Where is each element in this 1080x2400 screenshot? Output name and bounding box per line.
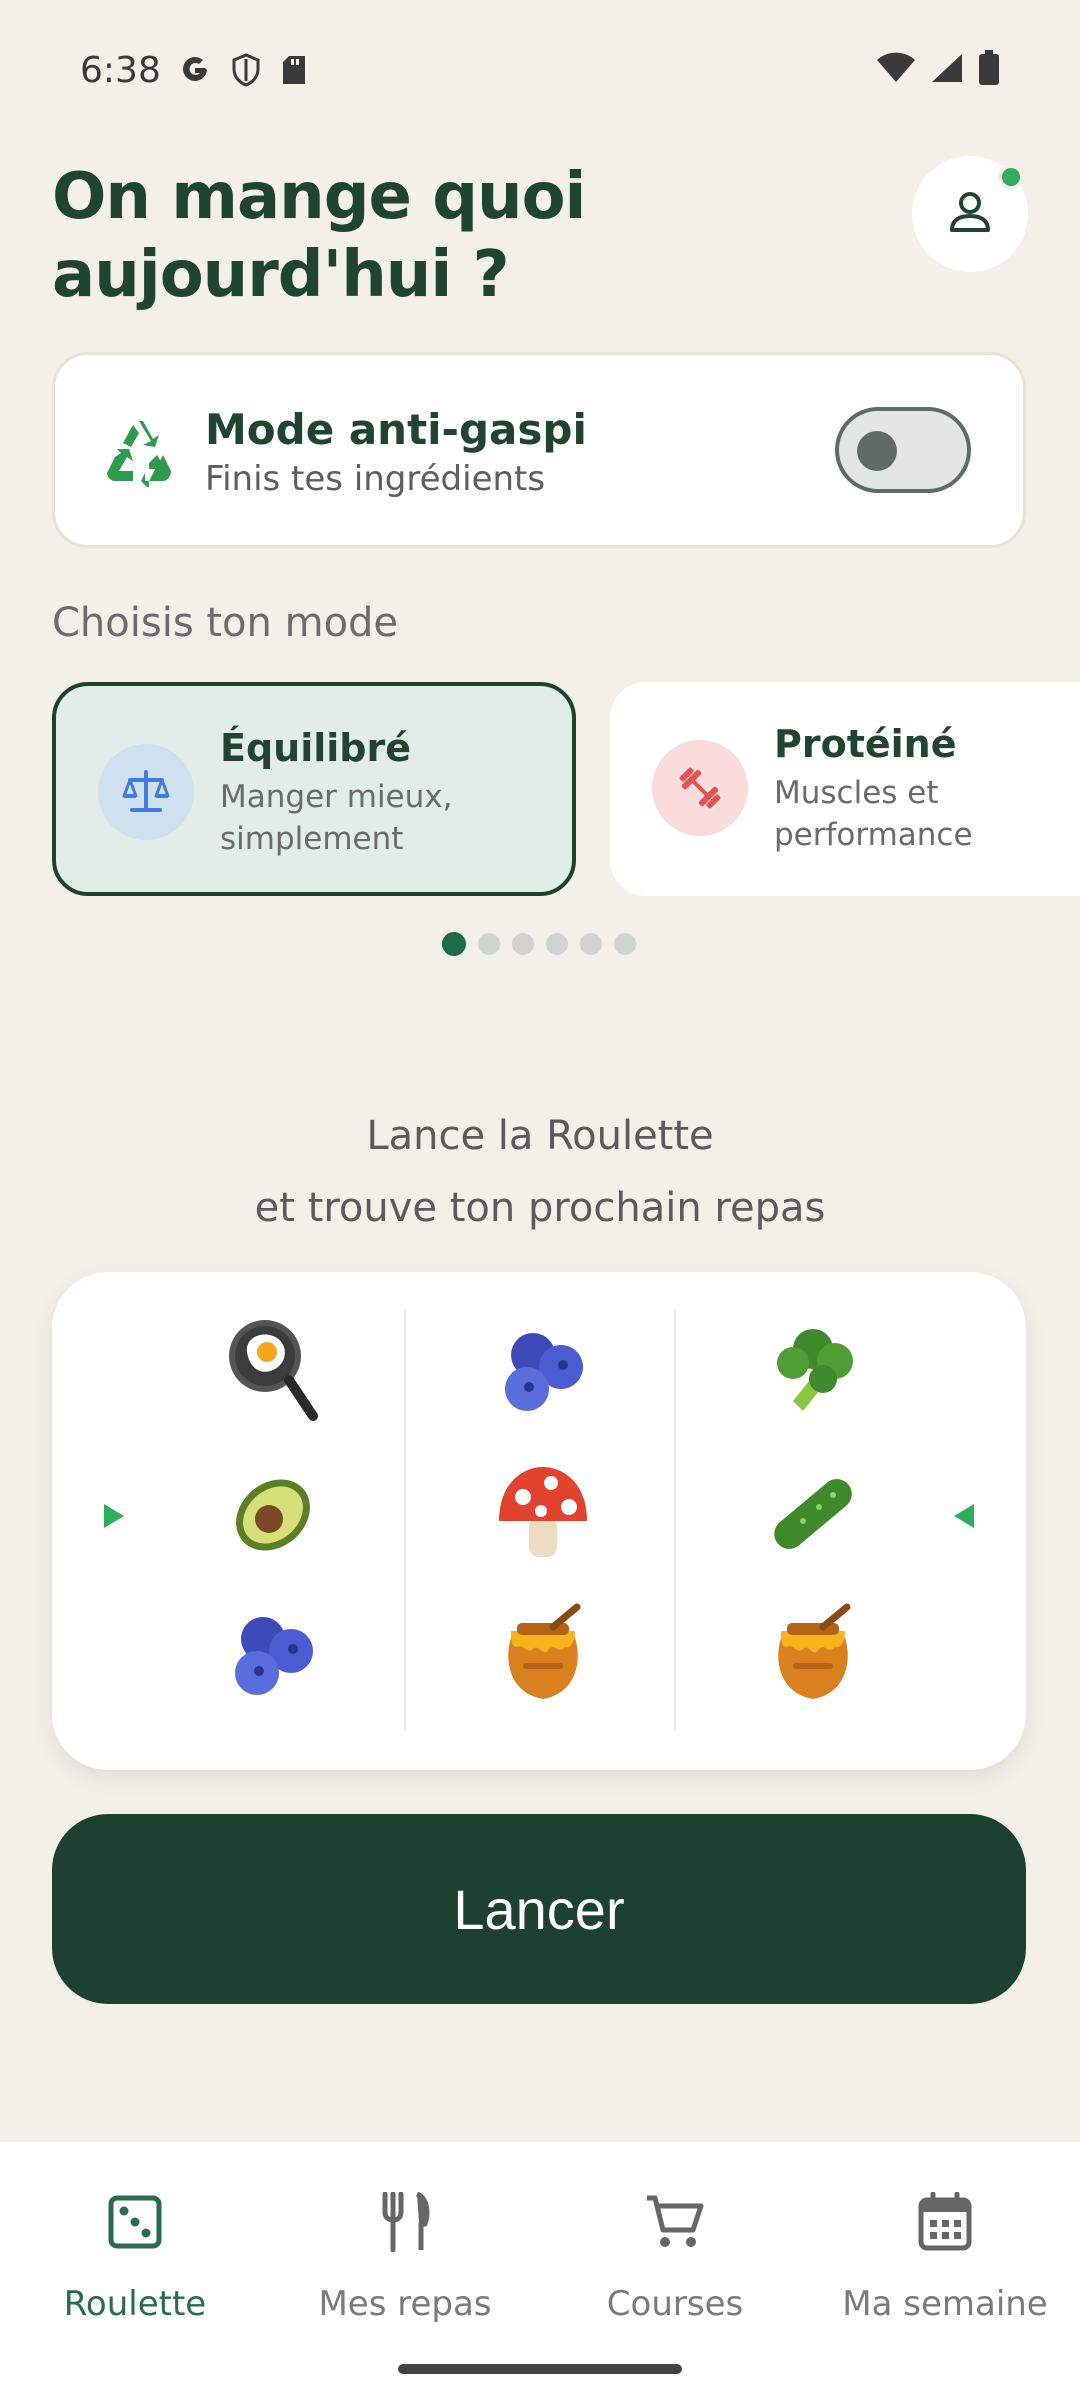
mode-description: Manger mieux, simplement xyxy=(220,779,453,857)
pager-dot[interactable] xyxy=(442,932,466,956)
nav-item-roulette[interactable]: Roulette xyxy=(0,2182,270,2324)
mushroom-icon xyxy=(488,1458,598,1568)
blueberries-icon xyxy=(218,1600,328,1710)
prompt-line-1: Lance la Roulette xyxy=(366,1113,714,1159)
prompt-line-2: et trouve ton prochain repas xyxy=(254,1185,826,1231)
pager-dot[interactable] xyxy=(512,933,534,955)
roulette-slot-machine xyxy=(52,1272,1026,1770)
nav-item-ma-semaine[interactable]: Ma semaine xyxy=(810,2182,1080,2324)
nav-label: Courses xyxy=(606,2284,744,2324)
mode-description: Muscles et performance xyxy=(774,775,973,853)
pager-dot[interactable] xyxy=(580,933,602,955)
battery-icon xyxy=(978,50,1000,90)
play-arrow-left-icon xyxy=(102,1502,126,1534)
cucumber-icon xyxy=(758,1458,868,1568)
mode-section-label: Choisis ton mode xyxy=(52,600,399,646)
nav-item-courses[interactable]: Courses xyxy=(540,2182,810,2324)
dice-icon xyxy=(0,2182,270,2262)
mode-title: Protéiné xyxy=(774,722,957,766)
honey-pot-icon xyxy=(488,1600,598,1710)
wifi-icon xyxy=(876,52,916,88)
mode-card-proteine[interactable]: Protéiné Muscles et performance xyxy=(610,682,1080,896)
shield-icon xyxy=(231,53,261,87)
avocado-icon xyxy=(218,1458,328,1568)
toggle-knob xyxy=(857,431,897,471)
nav-label: Mes repas xyxy=(318,2284,492,2324)
mode-title: Équilibré xyxy=(220,726,412,770)
google-icon xyxy=(179,54,211,86)
anti-gaspi-toggle[interactable] xyxy=(835,407,971,493)
play-arrow-right-icon xyxy=(952,1502,976,1534)
fork-knife-icon xyxy=(270,2182,540,2262)
nav-item-mes-repas[interactable]: Mes repas xyxy=(270,2182,540,2324)
launch-button[interactable]: Lancer xyxy=(52,1814,1026,2004)
pager-dot[interactable] xyxy=(546,933,568,955)
nav-label: Ma semaine xyxy=(842,2284,1048,2324)
balance-scale-icon xyxy=(98,744,194,840)
pager-dot[interactable] xyxy=(478,933,500,955)
anti-gaspi-title: Mode anti-gaspi xyxy=(205,405,587,454)
sd-card-icon xyxy=(281,55,307,85)
recycle-icon xyxy=(103,415,175,489)
cart-icon xyxy=(540,2182,810,2262)
fried-egg-icon xyxy=(218,1316,328,1426)
anti-gaspi-subtitle: Finis tes ingrédients xyxy=(205,459,546,499)
nav-label: Roulette xyxy=(63,2284,207,2324)
mode-pager-dots xyxy=(442,932,636,956)
signal-icon xyxy=(930,52,964,88)
gesture-bar[interactable] xyxy=(398,2364,682,2374)
honey-pot-icon xyxy=(758,1600,868,1710)
calendar-icon xyxy=(810,2182,1080,2262)
page-title: On mange quoi aujourd'hui ? xyxy=(52,160,586,312)
blueberries-icon xyxy=(488,1316,598,1426)
reel-divider xyxy=(674,1310,676,1730)
anti-gaspi-card: Mode anti-gaspi Finis tes ingrédients xyxy=(52,352,1026,548)
reel-divider xyxy=(404,1310,406,1730)
mode-card-equilibre[interactable]: Équilibré Manger mieux, simplement xyxy=(52,682,576,896)
status-bar: 6:38 xyxy=(0,0,1080,140)
pager-dot[interactable] xyxy=(614,933,636,955)
user-icon xyxy=(944,186,996,242)
notification-dot xyxy=(998,164,1024,190)
broccoli-icon xyxy=(758,1316,868,1426)
roulette-prompt: Lance la Roulette et trouve ton prochain… xyxy=(0,1100,1080,1244)
profile-button[interactable] xyxy=(912,156,1028,272)
bottom-navigation: Roulette Mes repas Courses Ma semaine xyxy=(0,2142,1080,2400)
dumbbell-icon xyxy=(652,740,748,836)
status-time: 6:38 xyxy=(80,49,161,91)
